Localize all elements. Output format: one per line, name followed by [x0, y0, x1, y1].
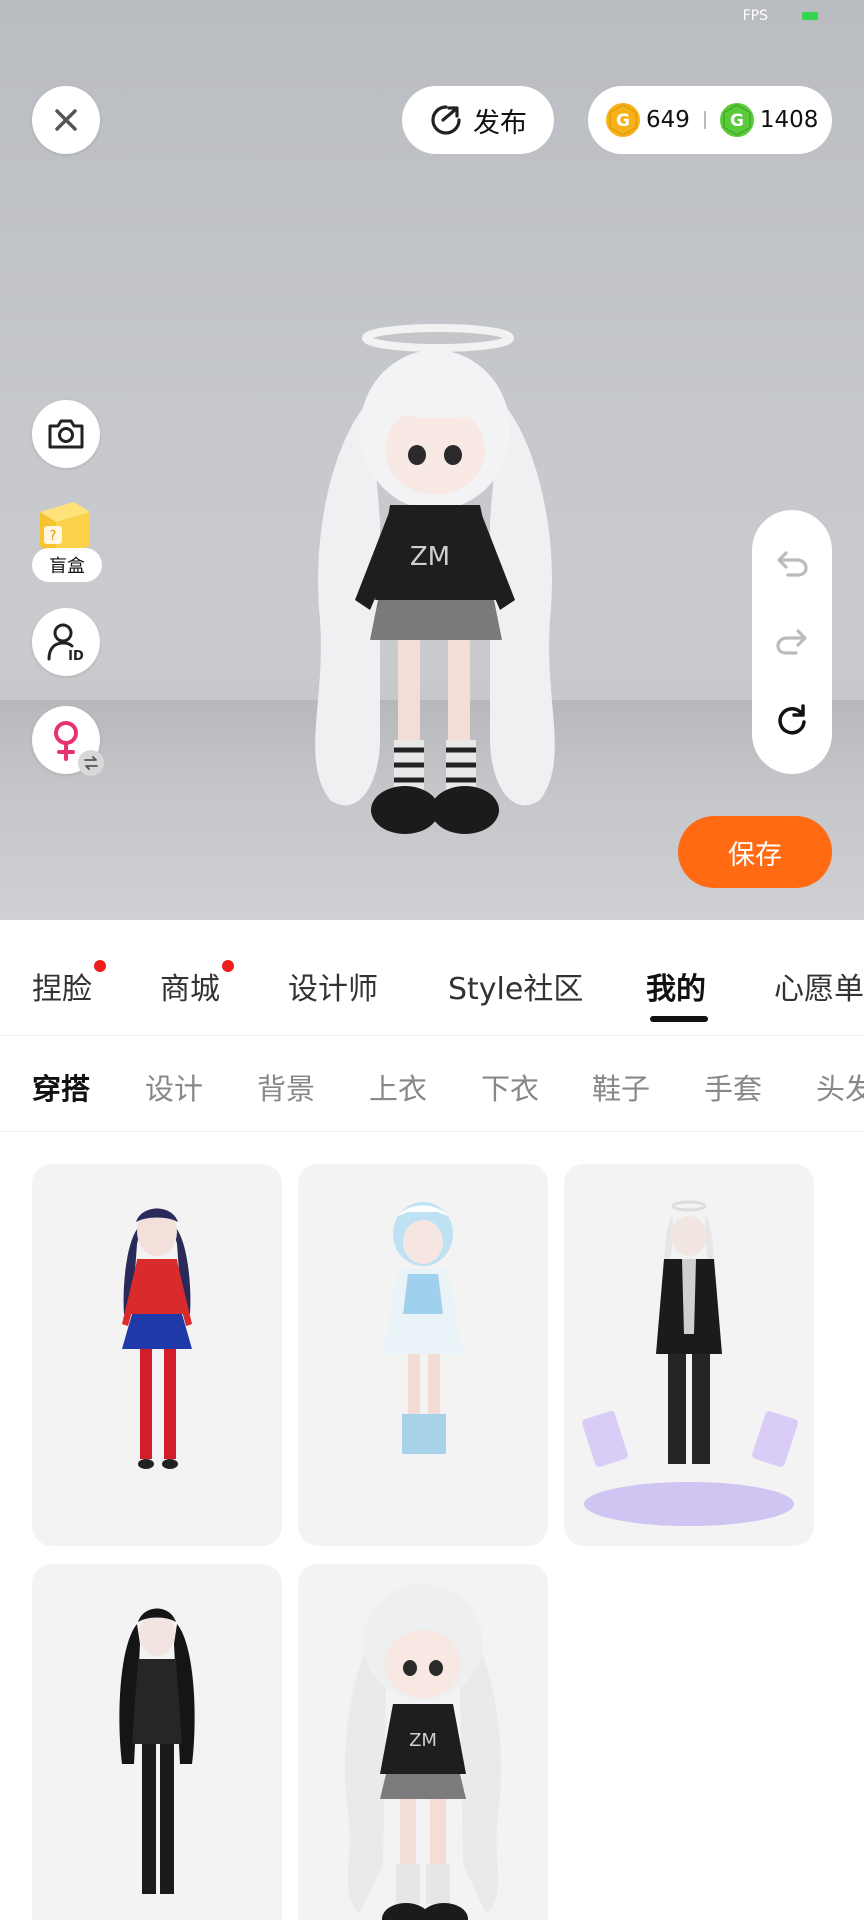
subtab-tops[interactable]: 上衣 — [369, 1066, 427, 1108]
green-coin-count: 1408 — [759, 107, 819, 133]
avatar-stage[interactable]: FPS 发布 G 649 G 1408 ? 盲盒 ID ZM 保存 — [0, 0, 864, 920]
tab-label: 我的 — [646, 972, 706, 1007]
save-button[interactable]: 保存 — [678, 816, 832, 888]
tab-face[interactable]: 捏脸 — [32, 960, 106, 1008]
subtab-background[interactable]: 背景 — [257, 1066, 315, 1108]
outfit-thumbnail: ZM — [344, 1584, 502, 1920]
close-icon — [55, 109, 77, 131]
battery-icon — [802, 12, 818, 20]
outfit-thumbnail — [122, 1208, 192, 1469]
redo-icon[interactable] — [774, 625, 810, 657]
blind-box-button[interactable]: ? 盲盒 — [30, 498, 102, 582]
blind-box-label: 盲盒 — [32, 548, 102, 582]
fps-label: FPS — [742, 8, 768, 24]
svg-text:ID: ID — [68, 649, 84, 663]
tab-mine[interactable]: 我的 — [646, 964, 706, 1008]
publish-label: 发布 — [473, 107, 527, 139]
outfit-grid: ZM — [0, 1132, 864, 1920]
publish-button[interactable]: 发布 — [402, 86, 554, 154]
subtab-outfits[interactable]: 穿搭 — [32, 1066, 90, 1108]
tab-designer[interactable]: 设计师 — [288, 964, 378, 1008]
svg-text:?: ? — [50, 529, 57, 544]
close-button[interactable] — [32, 86, 100, 154]
tab-label: 商城 — [160, 972, 220, 1007]
gold-coin-icon: G — [606, 103, 640, 137]
outfit-card-red-sweater[interactable] — [32, 1164, 282, 1546]
notification-dot — [94, 960, 106, 972]
outfit-thumbnail — [119, 1608, 195, 1894]
tab-label: 设计师 — [288, 972, 378, 1007]
avatar-id-button[interactable]: ID — [32, 608, 100, 676]
publish-icon — [431, 105, 461, 135]
green-coin-glyph: G — [730, 111, 744, 131]
notification-dot — [222, 960, 234, 972]
gold-coin-count: 649 — [646, 107, 690, 133]
subtab-design[interactable]: 设计 — [145, 1066, 203, 1108]
subtab-gloves[interactable]: 手套 — [704, 1066, 762, 1108]
active-tab-indicator — [650, 1016, 708, 1022]
category-tab-bar: 穿搭 设计 背景 上衣 下衣 鞋子 手套 头发 — [0, 1036, 864, 1132]
outfit-card-blue-maid[interactable] — [298, 1164, 548, 1546]
tab-label: Style社区 — [448, 972, 584, 1007]
female-icon — [54, 721, 78, 761]
svg-text:ZM: ZM — [410, 542, 450, 572]
outfit-card-bunny-ears[interactable] — [564, 1164, 814, 1546]
avatar-3d-model[interactable]: ZM — [270, 320, 590, 880]
tab-label: 捏脸 — [32, 972, 92, 1007]
currency-pill[interactable]: G 649 G 1408 — [588, 86, 832, 154]
camera-icon — [48, 419, 84, 449]
user-id-icon: ID — [47, 623, 84, 663]
tab-label: 心愿单 — [774, 972, 864, 1007]
subtab-shoes[interactable]: 鞋子 — [592, 1066, 650, 1108]
outfit-thumbnail — [582, 1200, 798, 1526]
subtab-hair[interactable]: 头发 — [816, 1066, 864, 1108]
gold-coin-glyph: G — [616, 111, 630, 131]
outfit-card-black-gothic[interactable] — [32, 1564, 282, 1920]
outfit-card-white-twintail[interactable]: ZM — [298, 1564, 548, 1920]
tab-style-community[interactable]: Style社区 — [448, 964, 583, 1008]
undo-icon[interactable] — [774, 547, 810, 579]
tab-wishlist[interactable]: 心愿单 — [774, 964, 864, 1008]
currency-divider — [703, 111, 706, 129]
history-panel — [752, 510, 832, 774]
camera-button[interactable] — [32, 400, 100, 468]
subtab-bottoms[interactable]: 下衣 — [481, 1066, 539, 1108]
tab-shop[interactable]: 商城 — [160, 960, 234, 1008]
main-tab-bar: 捏脸 商城 设计师 Style社区 我的 心愿单 — [0, 920, 864, 1036]
gender-switch-button[interactable] — [32, 706, 104, 776]
swap-icon — [78, 750, 104, 776]
green-coin-icon: G — [719, 103, 754, 137]
reset-icon[interactable] — [775, 703, 809, 737]
outfit-thumbnail — [383, 1202, 463, 1470]
svg-text:ZM: ZM — [409, 1730, 437, 1751]
